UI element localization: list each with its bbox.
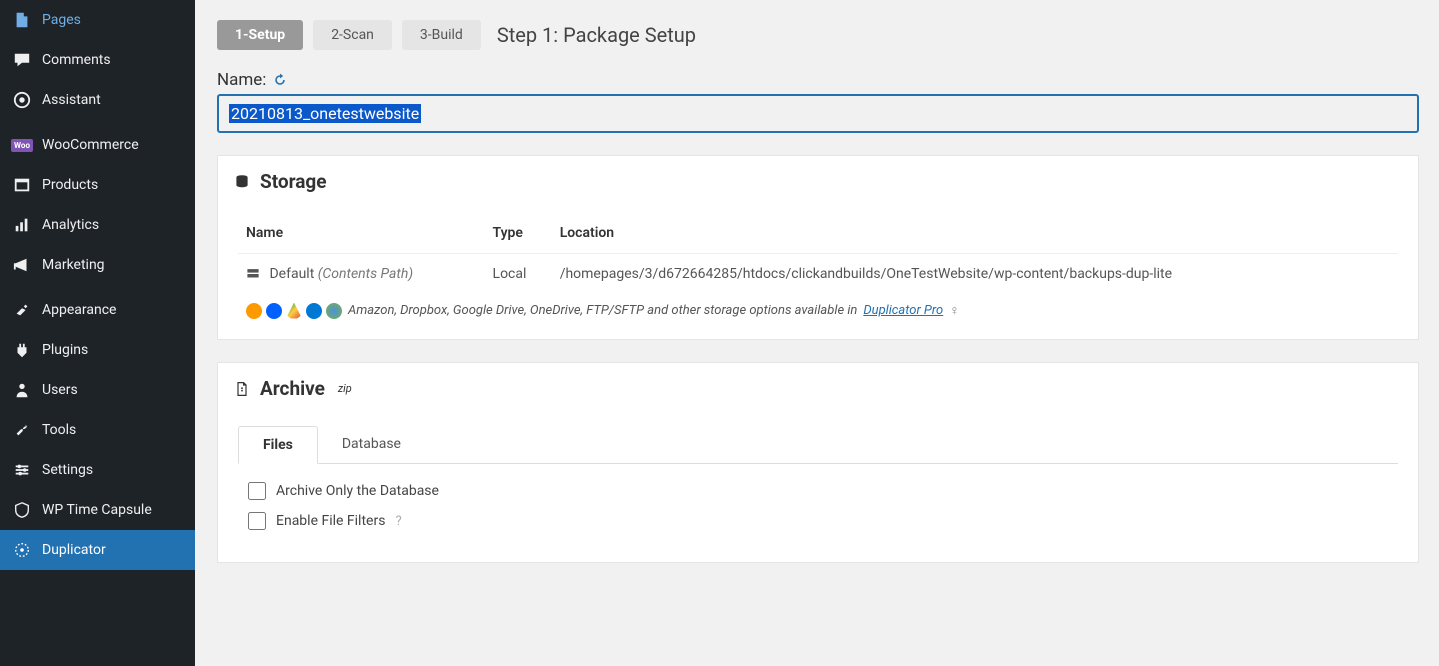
archive-only-db-checkbox[interactable] (248, 482, 266, 500)
opt-archive-only-db[interactable]: Archive Only the Database (248, 482, 1388, 500)
products-icon (12, 175, 32, 195)
archive-tabs: Files Database (238, 426, 1398, 464)
sidebar-label: Products (42, 177, 98, 193)
archive-title: Archive (260, 377, 325, 400)
sidebar-item-woocommerce[interactable]: Woo WooCommerce (0, 125, 195, 165)
sidebar-label: Plugins (42, 342, 88, 358)
sidebar-item-wp-time-capsule[interactable]: WP Time Capsule (0, 490, 195, 530)
tools-icon (12, 420, 32, 440)
sidebar-item-analytics[interactable]: Analytics (0, 205, 195, 245)
archive-tab-database[interactable]: Database (318, 426, 425, 463)
sidebar-label: Comments (42, 52, 111, 68)
opt-label: Archive Only the Database (276, 483, 439, 499)
pages-icon (12, 10, 32, 30)
storage-table: Name Type Location Default (Contents Pat… (238, 213, 1398, 294)
sidebar-item-appearance[interactable]: Appearance (0, 290, 195, 330)
sidebar-item-tools[interactable]: Tools (0, 410, 195, 450)
woocommerce-icon: Woo (12, 135, 32, 155)
sidebar-label: Marketing (42, 257, 105, 273)
storage-panel-header[interactable]: Storage (218, 156, 1418, 203)
sidebar-item-settings[interactable]: Settings (0, 450, 195, 490)
marketing-icon (12, 255, 32, 275)
step-title: Step 1: Package Setup (497, 23, 696, 47)
wp-admin-sidebar: Pages Comments Assistant Woo WooCommerce… (0, 0, 195, 666)
sidebar-label: Assistant (42, 92, 101, 108)
sidebar-label: WP Time Capsule (42, 502, 152, 518)
step-tab-build[interactable]: 3-Build (402, 20, 481, 50)
package-name-input[interactable]: 20210813_onetestwebsite (217, 94, 1419, 133)
archive-tab-files[interactable]: Files (238, 426, 318, 464)
settings-icon (12, 460, 32, 480)
archive-panel: Archive zip Files Database Archive Only … (217, 362, 1419, 563)
ftp-icon (326, 303, 342, 319)
archive-format: zip (338, 382, 352, 395)
archive-icon (234, 381, 250, 397)
sidebar-label: Duplicator (42, 542, 106, 558)
col-name: Name (238, 213, 485, 254)
name-label: Name: (217, 70, 266, 90)
cloud-provider-icons (246, 303, 342, 319)
sidebar-label: Analytics (42, 217, 99, 233)
storage-name: Default (269, 266, 314, 282)
sidebar-item-plugins[interactable]: Plugins (0, 330, 195, 370)
sidebar-item-duplicator[interactable]: Duplicator (0, 530, 195, 570)
amazon-icon (246, 303, 262, 319)
storage-panel: Storage Name Type Location (217, 155, 1419, 340)
archive-panel-header[interactable]: Archive zip (218, 363, 1418, 410)
appearance-icon (12, 300, 32, 320)
opt-label: Enable File Filters (276, 513, 385, 529)
users-icon (12, 380, 32, 400)
reset-icon[interactable] (272, 72, 288, 88)
sidebar-label: Settings (42, 462, 93, 478)
plugins-icon (12, 340, 32, 360)
duplicator-icon (12, 540, 32, 560)
google-drive-icon (286, 303, 302, 319)
step-tab-setup[interactable]: 1-Setup (217, 20, 303, 50)
sidebar-item-pages[interactable]: Pages (0, 0, 195, 40)
sidebar-item-assistant[interactable]: Assistant (0, 80, 195, 120)
main-content: 1-Setup 2-Scan 3-Build Step 1: Package S… (195, 0, 1439, 666)
sidebar-label: Tools (42, 422, 76, 438)
sidebar-label: Users (42, 382, 78, 398)
col-location: Location (552, 213, 1398, 254)
storage-note-text: Amazon, Dropbox, Google Drive, OneDrive,… (348, 303, 857, 318)
archive-options: Archive Only the Database Enable File Fi… (238, 464, 1398, 530)
onedrive-icon (306, 303, 322, 319)
opt-enable-file-filters[interactable]: Enable File Filters ? (248, 512, 1388, 530)
step-tabs: 1-Setup 2-Scan 3-Build Step 1: Package S… (217, 20, 1419, 50)
help-icon[interactable]: ? (395, 514, 401, 529)
sidebar-item-comments[interactable]: Comments (0, 40, 195, 80)
sidebar-item-marketing[interactable]: Marketing (0, 245, 195, 285)
sidebar-label: Pages (42, 12, 81, 28)
storage-title: Storage (260, 170, 327, 193)
analytics-icon (12, 215, 32, 235)
step-tab-scan[interactable]: 2-Scan (313, 20, 392, 50)
storage-name-secondary: (Contents Path) (318, 266, 413, 282)
sidebar-label: WooCommerce (42, 137, 139, 153)
comments-icon (12, 50, 32, 70)
assistant-icon (12, 90, 32, 110)
enable-filters-checkbox[interactable] (248, 512, 266, 530)
col-type: Type (485, 213, 552, 254)
storage-location: /homepages/3/d672664285/htdocs/clickandb… (552, 254, 1398, 295)
table-row: Default (Contents Path) Local /homepages… (238, 254, 1398, 295)
duplicator-pro-link[interactable]: Duplicator Pro (863, 303, 943, 318)
storage-type: Local (485, 254, 552, 295)
dropbox-icon (266, 303, 282, 319)
sidebar-item-products[interactable]: Products (0, 165, 195, 205)
shield-icon (12, 500, 32, 520)
storage-note: Amazon, Dropbox, Google Drive, OneDrive,… (238, 294, 1398, 319)
hint-icon[interactable]: ♀ (949, 302, 960, 319)
server-icon (246, 267, 260, 281)
sidebar-label: Appearance (42, 302, 116, 318)
sidebar-item-users[interactable]: Users (0, 370, 195, 410)
database-icon (234, 174, 250, 190)
